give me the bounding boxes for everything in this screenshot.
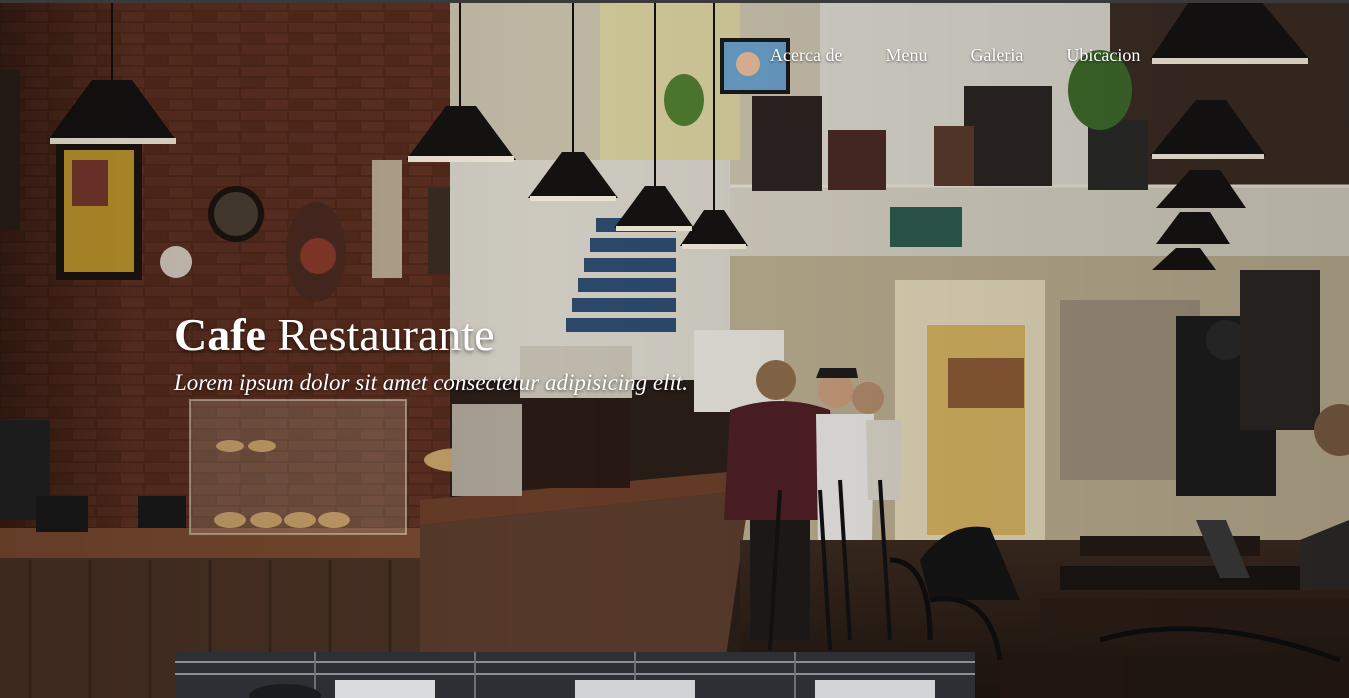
main-navigation: Acerca de Menu Galeria Ubicacion <box>770 44 1183 66</box>
hero-section: Acerca de Menu Galeria Ubicacion Cafe Re… <box>0 0 1349 698</box>
nav-link-ubicacion[interactable]: Ubicacion <box>1066 44 1140 66</box>
next-section-image-preview <box>175 652 975 698</box>
hero-title-bold: Cafe <box>174 309 266 360</box>
nav-link-galeria[interactable]: Galeria <box>970 44 1023 66</box>
hero-subtitle: Lorem ipsum dolor sit amet consectetur a… <box>174 370 689 395</box>
top-border <box>0 0 1349 3</box>
nav-link-menu[interactable]: Menu <box>885 44 927 66</box>
hero-title-rest: Restaurante <box>265 309 495 360</box>
nav-link-acerca-de[interactable]: Acerca de <box>770 44 842 66</box>
hero-title: Cafe Restaurante <box>174 308 495 362</box>
ceiling-image <box>175 652 975 698</box>
